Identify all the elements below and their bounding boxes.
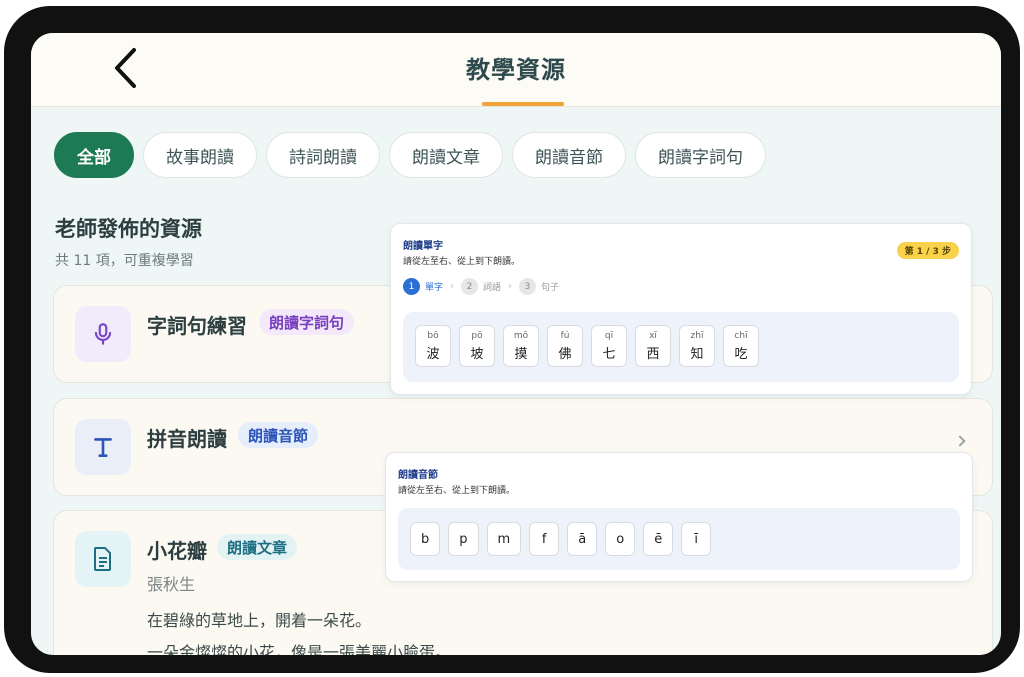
step-2: 2 詞語 <box>461 278 501 295</box>
word-tile[interactable]: chī 吃 <box>723 325 759 367</box>
preview-instruction: 請從左至右、從上到下朗讀。 <box>398 486 516 496</box>
syllable-tile[interactable]: f <box>529 522 560 556</box>
step-1: 1 單字 <box>403 278 443 295</box>
syllable-tile[interactable]: ē <box>643 522 674 556</box>
microphone-icon <box>75 306 131 362</box>
filter-chip-article[interactable]: 朗讀文章 <box>389 132 503 178</box>
step-3: 3 句子 <box>519 278 559 295</box>
text-t-icon <box>75 419 131 475</box>
filter-chip-syllable[interactable]: 朗讀音節 <box>512 132 626 178</box>
document-icon <box>75 531 131 587</box>
word-tile[interactable]: xī 西 <box>635 325 671 367</box>
syllable-tile[interactable]: ī <box>681 522 712 556</box>
syllable-tile[interactable]: m <box>486 522 522 556</box>
tablet-frame: 教學資源 全部 故事朗讀 詩詞朗讀 朗讀文章 朗讀音節 朗讀字詞句 老師發佈的資… <box>4 6 1020 673</box>
card-title: 字詞句練習 <box>147 314 247 338</box>
word-tile[interactable]: zhī 知 <box>679 325 715 367</box>
word-tile[interactable]: mō 摸 <box>503 325 539 367</box>
word-tile[interactable]: qī 七 <box>591 325 627 367</box>
preview-panel-words: 朗讀單字 請從左至右、從上到下朗讀。 第 1 / 3 步 1 單字 › 2 詞語… <box>390 223 972 395</box>
card-author: 張秋生 <box>147 575 196 594</box>
syllable-tile[interactable]: b <box>410 522 441 556</box>
title-underline <box>482 102 564 106</box>
page-title: 教學資源 <box>466 56 566 84</box>
filter-chip-poetry[interactable]: 詩詞朗讀 <box>266 132 380 178</box>
preview-title: 朗讀音節 <box>398 470 438 481</box>
card-title: 小花瓣 <box>147 539 207 563</box>
word-tiles: bō 波 pō 坡 mō 摸 fú 佛 qī 七 xī 西 zhī 知 chī 吃 <box>403 312 959 382</box>
section-title: 老師發佈的資源 <box>55 217 202 241</box>
word-tile[interactable]: bō 波 <box>415 325 451 367</box>
chevron-right-icon: › <box>450 281 455 292</box>
filter-chip-all[interactable]: 全部 <box>54 132 134 178</box>
card-excerpt-line-2: 一朵金燦燦的小花，像是一張美麗小臉蛋。... <box>147 643 467 655</box>
step-indicator: 1 單字 › 2 詞語 › 3 句子 <box>403 278 559 295</box>
card-title: 拼音朗讀 <box>147 427 227 451</box>
category-badge: 朗讀文章 <box>217 534 298 560</box>
section-subtitle: 共 11 項，可重複學習 <box>55 253 194 269</box>
top-bar: 教學資源 <box>31 33 1001 107</box>
filter-chips: 全部 故事朗讀 詩詞朗讀 朗讀文章 朗讀音節 朗讀字詞句 <box>54 132 766 178</box>
syllable-tile[interactable]: ā <box>567 522 598 556</box>
syllable-tiles: b p m f ā o ē ī <box>398 508 960 570</box>
chevron-right-icon <box>954 435 966 447</box>
filter-chip-word-sentence[interactable]: 朗讀字詞句 <box>635 132 766 178</box>
preview-panel-syllables: 朗讀音節 請從左至右、從上到下朗讀。 b p m f ā o ē ī <box>385 452 973 582</box>
card-excerpt-line-1: 在碧綠的草地上，開着一朵花。 <box>147 611 372 630</box>
category-badge: 朗讀字詞句 <box>259 309 355 335</box>
step-badge: 第 1 / 3 步 <box>896 242 959 259</box>
preview-title: 朗讀單字 <box>403 241 443 252</box>
category-badge: 朗讀音節 <box>238 422 319 448</box>
word-tile[interactable]: fú 佛 <box>547 325 583 367</box>
preview-instruction: 請從左至右、從上到下朗讀。 <box>403 257 521 267</box>
app-screen: 教學資源 全部 故事朗讀 詩詞朗讀 朗讀文章 朗讀音節 朗讀字詞句 老師發佈的資… <box>31 33 1001 655</box>
chevron-right-icon: › <box>508 281 513 292</box>
filter-chip-story[interactable]: 故事朗讀 <box>143 132 257 178</box>
syllable-tile[interactable]: p <box>448 522 479 556</box>
word-tile[interactable]: pō 坡 <box>459 325 495 367</box>
syllable-tile[interactable]: o <box>605 522 636 556</box>
